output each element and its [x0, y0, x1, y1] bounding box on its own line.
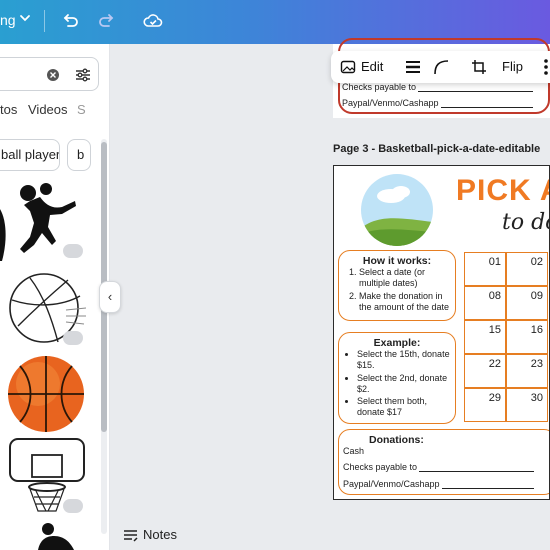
border-style-icon[interactable]: [405, 59, 421, 75]
more-icon[interactable]: [543, 57, 549, 77]
how-it-works-box: How it works: Select a date (or multiple…: [338, 250, 456, 321]
date-cell[interactable]: 09: [506, 286, 548, 320]
donations-title: Donations:: [369, 434, 424, 446]
subheading: to do: [502, 210, 549, 235]
example-title: Example:: [373, 337, 421, 349]
edit-image-icon: [340, 60, 356, 74]
checks-payable-line: Checks payable to: [342, 82, 534, 92]
sky-field-image[interactable]: [361, 174, 433, 246]
search-input[interactable]: [0, 57, 99, 91]
basketball-players-silhouette[interactable]: [24, 520, 84, 550]
tab-more[interactable]: S: [77, 102, 86, 117]
page-3[interactable]: PICK A to do How it works: Select a date…: [333, 165, 550, 500]
notes-button[interactable]: Notes: [143, 527, 177, 542]
tab-photos[interactable]: tos: [0, 102, 17, 117]
crown-icon: [63, 244, 83, 258]
file-name[interactable]: ng: [0, 12, 16, 28]
edit-button[interactable]: Edit: [361, 51, 383, 83]
date-cell[interactable]: 29: [464, 388, 506, 422]
date-cell[interactable]: 23: [506, 354, 548, 388]
redo-icon[interactable]: [96, 10, 118, 32]
example-item-1: Select the 15th, donate $15.: [357, 349, 455, 372]
chevron-down-icon[interactable]: [18, 11, 32, 25]
date-cell[interactable]: 01: [464, 252, 506, 286]
cloud-saved-icon[interactable]: [142, 10, 164, 32]
page-title[interactable]: Page 3 - Basketball-pick-a-date-editable: [333, 143, 540, 155]
orange-basketball[interactable]: [6, 354, 88, 434]
date-cell[interactable]: 08: [464, 286, 506, 320]
collapse-panel-button[interactable]: ‹: [99, 281, 121, 313]
toolbar-divider: [44, 10, 45, 32]
example-item-2: Select the 2nd, donate $2.: [357, 373, 455, 396]
filter-icon[interactable]: [74, 66, 92, 84]
date-cell[interactable]: 30: [506, 388, 548, 422]
crop-icon[interactable]: [471, 59, 487, 75]
notes-icon[interactable]: [123, 528, 138, 542]
date-cell[interactable]: 15: [464, 320, 506, 354]
how-step-2: Make the donation in the amount of the d…: [359, 291, 455, 314]
date-cell[interactable]: 02: [506, 252, 548, 286]
cash-label: Cash: [343, 446, 365, 456]
flip-button[interactable]: Flip: [502, 51, 523, 83]
suggestion-chip-more[interactable]: b: [67, 139, 91, 171]
corner-rounding-icon[interactable]: [433, 59, 449, 75]
how-it-works-title: How it works:: [362, 255, 432, 267]
how-step-1: Select a date (or multiple dates): [359, 267, 455, 290]
donations-box: Donations: Cash Checks payable to Paypal…: [338, 429, 549, 495]
crown-icon: [63, 331, 83, 345]
example-box: Example: Select the 15th, donate $15. Se…: [338, 332, 456, 424]
example-item-3: Select them both, donate $17: [357, 396, 455, 419]
clear-search-icon[interactable]: [46, 68, 60, 82]
tab-videos[interactable]: Videos: [28, 102, 68, 117]
elements-panel: tos Videos S ball player b: [0, 44, 110, 550]
paypal-line: Paypal/Venmo/Cashapp: [343, 479, 534, 489]
crown-icon: [63, 499, 83, 513]
date-cell[interactable]: 16: [506, 320, 548, 354]
suggestion-chip-ball-player[interactable]: ball player: [0, 139, 60, 171]
pick-a-date-heading: PICK A: [456, 174, 549, 207]
paypal-line: Paypal/Venmo/Cashapp: [342, 98, 533, 108]
chevron-left-icon: ‹: [107, 289, 113, 304]
date-cell[interactable]: 22: [464, 354, 506, 388]
checks-payable-line: Checks payable to: [343, 462, 535, 472]
undo-icon[interactable]: [59, 10, 81, 32]
context-toolbar: Edit Flip: [331, 51, 550, 83]
